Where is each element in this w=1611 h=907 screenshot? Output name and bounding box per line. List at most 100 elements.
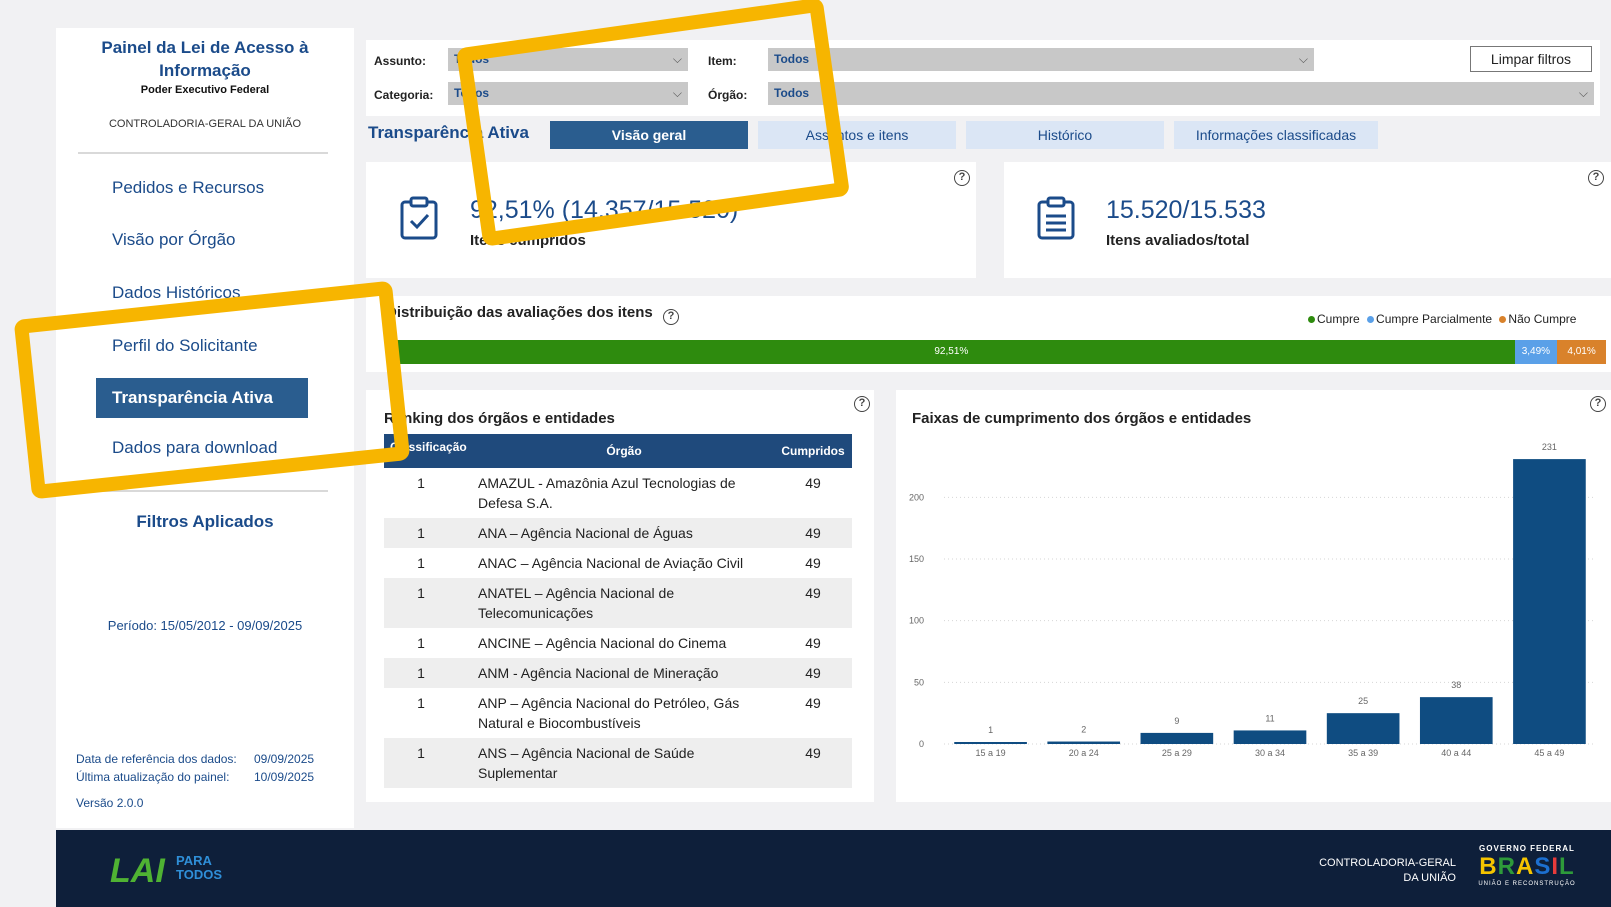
rank-cell: 1 xyxy=(417,695,425,711)
rank-cell: 1 xyxy=(384,518,474,548)
table-row[interactable]: 1 AMAZUL - Amazônia Azul Tecnologias de D… xyxy=(384,468,852,518)
distribution-segment[interactable]: 3,49% xyxy=(1514,340,1558,364)
bar-value-label: 25 xyxy=(1358,696,1368,706)
x-tick-label: 45 a 49 xyxy=(1534,748,1564,758)
nav-visao-orgao[interactable]: Visão por Órgão xyxy=(112,230,235,250)
col-orgao[interactable]: Órgão xyxy=(474,434,774,468)
table-row[interactable]: 1 ANS – Agência Nacional de Saúde Supleme… xyxy=(384,738,852,788)
help-icon[interactable]: ? xyxy=(854,396,870,412)
distribution-segment[interactable]: 4,01% xyxy=(1557,340,1606,364)
org-cell: ANCINE – Agência Nacional do Cinema xyxy=(478,635,727,651)
nav-pedidos-recursos[interactable]: Pedidos e Recursos xyxy=(112,178,264,198)
org-cell: ANATEL – Agência Nacional de Telecomunic… xyxy=(474,578,774,628)
chevron-down-icon: ⌵ xyxy=(1298,52,1308,66)
item-select[interactable]: Todos ⌵ xyxy=(768,48,1314,71)
help-icon[interactable]: ? xyxy=(954,170,970,186)
y-tick-label: 50 xyxy=(914,677,924,687)
ref-date: Data de referência dos dados: 09/09/2025 xyxy=(76,752,315,766)
bar xyxy=(1513,459,1586,744)
help-icon[interactable]: ? xyxy=(1590,396,1606,412)
faixas-bar-chart: 0 50 100 150 200 1 15 a 19 2 20 a 24 9 25 a 29 11 30… xyxy=(909,442,1596,758)
help-icon[interactable]: ? xyxy=(662,309,679,325)
table-row[interactable]: 1 ANA – Agência Nacional de Águas 49 xyxy=(384,518,852,548)
x-tick-label: 30 a 34 xyxy=(1255,748,1285,758)
y-tick-label: 150 xyxy=(909,554,924,564)
panel-title: Painel da Lei de Acesso à Informação xyxy=(101,38,309,80)
count-cell: 49 xyxy=(805,695,821,711)
bar xyxy=(1140,732,1214,744)
table-row[interactable]: 1 ANCINE – Agência Nacional do Cinema 49 xyxy=(384,628,852,658)
count-cell: 49 xyxy=(805,635,821,651)
help-icon[interactable]: ? xyxy=(1588,170,1604,186)
bar-value-label: 2 xyxy=(1081,725,1086,735)
table-row[interactable]: 1 ANAC – Agência Nacional de Aviação Civi… xyxy=(384,548,852,578)
bar-value-label: 1 xyxy=(988,725,993,735)
categoria-label: Categoria: xyxy=(374,88,434,102)
kpi-card-avaliados: ? 15.520/15.533 Itens avaliados/total xyxy=(1004,162,1611,278)
org-cell: ANM - Agência Nacional de Mineração xyxy=(474,658,774,688)
distribution-card: Distribuição das avaliações dos itens ? … xyxy=(366,296,1611,372)
org-cell: ANP – Agência Nacional do Petróleo, Gás … xyxy=(478,695,740,731)
orgao-select[interactable]: Todos ⌵ xyxy=(768,82,1594,105)
distribution-segment[interactable]: 92,51% xyxy=(388,340,1515,364)
bar-value-label: 11 xyxy=(1265,713,1274,723)
clipboard-check-icon xyxy=(400,196,438,240)
x-tick-label: 40 a 44 xyxy=(1441,748,1471,758)
bar xyxy=(1233,730,1307,744)
x-tick-label: 35 a 39 xyxy=(1348,748,1378,758)
tab-informacoes-classificadas[interactable]: Informações classificadas xyxy=(1174,121,1378,149)
periodo-text: Período: 15/05/2012 - 09/09/2025 xyxy=(107,618,303,633)
ranking-card: ? Ranking dos órgãos e entidades Classif… xyxy=(366,390,874,802)
bar xyxy=(1326,713,1400,744)
lai-para-todos-logo: LAI PARA TODOS xyxy=(110,852,222,890)
count-cell: 49 xyxy=(774,658,852,688)
rank-cell: 1 xyxy=(417,555,425,571)
count-cell: 49 xyxy=(805,475,821,491)
x-tick-label: 25 a 29 xyxy=(1162,748,1192,758)
rank-cell: 1 xyxy=(384,738,474,788)
table-row[interactable]: 1 ANM - Agência Nacional de Mineração 49 xyxy=(384,658,852,688)
table-row[interactable]: 1 ANATEL – Agência Nacional de Telecomuni… xyxy=(384,578,852,628)
faixas-chart-card: ? Faixas de cumprimento dos órgãos e ent… xyxy=(896,390,1611,802)
distribution-stacked-bar: 92,51% 3,49% 4,01% xyxy=(388,340,1606,364)
count-cell: 49 xyxy=(774,578,852,628)
rank-cell: 1 xyxy=(384,658,474,688)
count-cell: 49 xyxy=(774,738,852,788)
bar-value-label: 9 xyxy=(1174,716,1179,726)
clear-filters-button[interactable]: Limpar filtros xyxy=(1470,46,1592,72)
chevron-down-icon: ⌵ xyxy=(1578,86,1588,100)
y-tick-label: 100 xyxy=(909,616,924,626)
y-tick-label: 0 xyxy=(919,739,924,749)
chart-title: Faixas de cumprimento dos órgãos e entid… xyxy=(912,410,1252,427)
y-tick-label: 200 xyxy=(909,492,924,502)
ranking-table: Classificação ▲ Órgão Cumpridos 1 AMAZUL -… xyxy=(384,434,852,788)
distribution-title: Distribuição das avaliações dos itens ? xyxy=(386,304,679,325)
assunto-label: Assunto: xyxy=(374,54,426,68)
ranking-title: Ranking dos órgãos e entidades xyxy=(384,410,615,427)
count-cell: 49 xyxy=(774,518,852,548)
x-tick-label: 15 a 19 xyxy=(976,748,1006,758)
tab-historico[interactable]: Histórico xyxy=(966,121,1164,149)
clipboard-list-icon xyxy=(1037,196,1075,240)
rank-cell: 1 xyxy=(417,475,425,491)
governo-federal-logo: GOVERNO FEDERAL BRASIL UNIÃO E RECONSTRU… xyxy=(1468,844,1586,887)
count-cell: 49 xyxy=(805,555,821,571)
footer: LAI PARA TODOS CONTROLADORIA-GERAL DA UN… xyxy=(56,830,1611,907)
table-row[interactable]: 1 ANP – Agência Nacional do Petróleo, Gás… xyxy=(384,688,852,738)
distribution-legend: Cumpre Cumpre Parcialmente Não Cumpre xyxy=(1304,312,1576,326)
version-text: Versão 2.0.0 xyxy=(76,796,144,810)
kpi-avaliados-value: 15.520/15.533 xyxy=(1106,196,1266,224)
col-cumpridos[interactable]: Cumpridos xyxy=(774,434,852,468)
org-cell: ANS – Agência Nacional de Saúde Suplemen… xyxy=(474,738,774,788)
bar xyxy=(954,742,1027,744)
update-date: Última atualização do painel: 10/09/2025 xyxy=(76,770,315,784)
filtros-aplicados-heading: Filtros Aplicados xyxy=(136,512,274,531)
panel-org: CONTROLADORIA-GERAL DA UNIÃO xyxy=(108,118,302,130)
kpi-avaliados-label: Itens avaliados/total xyxy=(1106,232,1250,249)
x-tick-label: 20 a 24 xyxy=(1069,748,1099,758)
panel-subtitle: Poder Executivo Federal xyxy=(140,84,270,96)
org-cell: ANAC – Agência Nacional de Aviação Civil xyxy=(478,555,744,571)
rank-cell: 1 xyxy=(417,635,425,651)
bar xyxy=(1047,741,1121,744)
divider xyxy=(78,152,328,154)
